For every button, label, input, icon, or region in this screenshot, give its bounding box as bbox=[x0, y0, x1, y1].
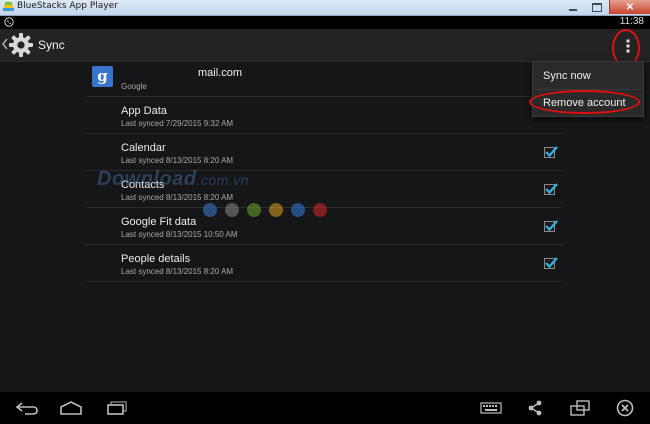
page-title: Sync bbox=[38, 38, 65, 52]
maximize-button[interactable] bbox=[585, 0, 609, 14]
window-title-bar: BlueStacks App Player ✕ bbox=[0, 0, 650, 16]
recent-apps-button[interactable] bbox=[104, 398, 130, 418]
sync-item-calendar[interactable]: Calendar Last synced 8/13/2015 8:20 AM bbox=[86, 134, 562, 171]
sync-item-last-synced: Last synced 7/29/2015 9:32 AM bbox=[121, 119, 234, 128]
sync-item-name: Calendar bbox=[121, 142, 166, 154]
home-button[interactable] bbox=[58, 398, 84, 418]
home-icon bbox=[60, 401, 82, 415]
status-bar: 11:38 bbox=[0, 16, 650, 29]
status-clock: 11:38 bbox=[619, 16, 644, 27]
keyboard-button[interactable] bbox=[478, 398, 504, 418]
sync-item-people-details[interactable]: People details Last synced 8/13/2015 8:2… bbox=[86, 245, 562, 282]
sync-item-last-synced: Last synced 8/13/2015 10:50 AM bbox=[121, 230, 238, 239]
navigation-bar bbox=[0, 392, 650, 424]
sync-item-name: Google Fit data bbox=[121, 216, 197, 228]
google-logo-icon: g bbox=[92, 66, 113, 87]
account-email: mail.com bbox=[198, 67, 243, 79]
watermark-dots bbox=[203, 203, 327, 217]
sync-checkbox[interactable] bbox=[544, 220, 558, 232]
sync-item-name: App Data bbox=[121, 105, 167, 117]
checkmark-icon bbox=[545, 220, 558, 232]
sync-item-last-synced: Last synced 8/13/2015 8:20 AM bbox=[121, 267, 234, 276]
close-app-button[interactable] bbox=[612, 398, 638, 418]
screen-rotate-icon bbox=[570, 400, 590, 416]
sync-item-last-synced: Last synced 8/13/2015 8:20 AM bbox=[121, 156, 234, 165]
checkmark-icon bbox=[545, 146, 558, 158]
menu-item-sync-now[interactable]: Sync now bbox=[543, 70, 591, 82]
account-header: g mail.com Google bbox=[86, 62, 562, 97]
bluestacks-logo-icon bbox=[3, 2, 14, 11]
action-bar: Sync bbox=[0, 29, 650, 62]
sync-item-app-data[interactable]: App Data Last synced 7/29/2015 9:32 AM bbox=[86, 97, 562, 134]
sync-checkbox[interactable] bbox=[544, 257, 558, 269]
sync-item-last-synced: Last synced 8/13/2015 8:20 AM bbox=[121, 193, 234, 202]
highlight-ring-remove-account bbox=[529, 90, 640, 114]
rotate-button[interactable] bbox=[567, 398, 593, 418]
close-icon bbox=[616, 399, 634, 417]
window-close-button[interactable]: ✕ bbox=[609, 0, 650, 14]
window-title: BlueStacks App Player bbox=[17, 1, 118, 11]
settings-gear-icon[interactable] bbox=[8, 32, 34, 58]
account-type: Google bbox=[121, 82, 147, 91]
recent-apps-icon bbox=[107, 401, 127, 415]
phone-icon bbox=[4, 17, 14, 27]
share-icon bbox=[528, 400, 542, 416]
watermark: Download.com.vn bbox=[97, 168, 249, 191]
checkmark-icon bbox=[545, 257, 558, 269]
sync-checkbox[interactable] bbox=[544, 146, 558, 158]
sync-checkbox[interactable] bbox=[544, 183, 558, 195]
share-button[interactable] bbox=[522, 398, 548, 418]
minimize-button[interactable] bbox=[561, 0, 585, 14]
back-button[interactable] bbox=[14, 398, 40, 418]
checkmark-icon bbox=[545, 183, 558, 195]
back-icon bbox=[15, 402, 38, 415]
watermark-text: Download bbox=[97, 168, 197, 190]
watermark-suffix: .com.vn bbox=[196, 172, 250, 188]
keyboard-icon bbox=[480, 402, 502, 414]
sync-item-name: People details bbox=[121, 253, 191, 265]
